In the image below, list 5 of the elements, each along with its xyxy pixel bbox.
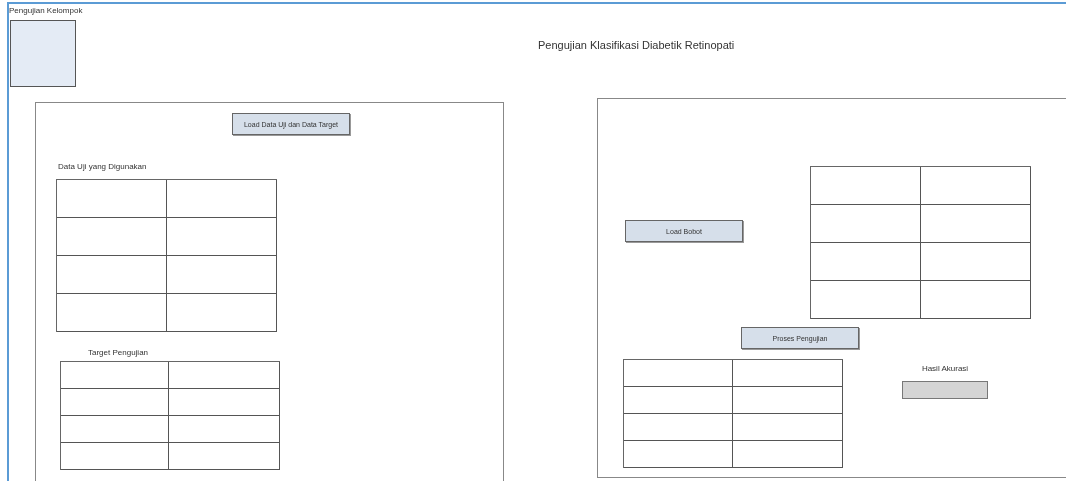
- page-heading: Pengujian Klasifikasi Diabetik Retinopati: [538, 38, 735, 52]
- accuracy-label: Hasil Akurasi: [921, 363, 969, 375]
- section-label: Data Uji yang Digunakan: [58, 161, 148, 173]
- section-label: Target Pengujian: [88, 347, 150, 359]
- image-box: [10, 20, 76, 87]
